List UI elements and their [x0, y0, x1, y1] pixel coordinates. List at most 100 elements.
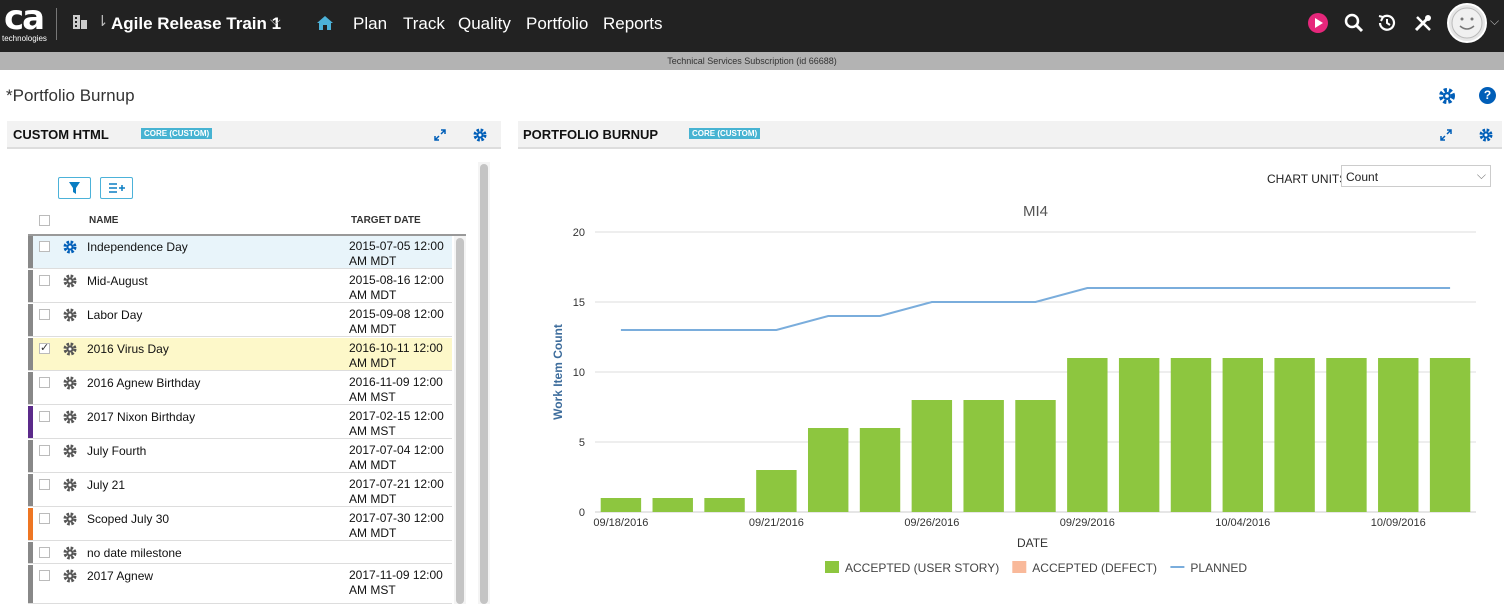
- row-checkbox[interactable]: [39, 513, 50, 524]
- row-gear-icon[interactable]: [63, 546, 77, 560]
- row-name[interactable]: 2016 Agnew Birthday: [87, 376, 200, 390]
- table-row[interactable]: Independence Day 2015-07-05 12:00 AM MDT: [28, 236, 452, 269]
- smiley-icon: [1451, 7, 1483, 39]
- column-header-name[interactable]: NAME: [89, 215, 118, 226]
- subscription-bar: Technical Services Subscription (id 6668…: [0, 52, 1504, 70]
- row-gear-icon[interactable]: [63, 444, 77, 458]
- row-checkbox[interactable]: [39, 241, 50, 252]
- row-name[interactable]: 2017 Nixon Birthday: [87, 410, 195, 424]
- filter-button[interactable]: [58, 177, 91, 199]
- table-row[interactable]: July 21 2017-07-21 12:00 AM MDT: [28, 474, 452, 507]
- avatar-chevron-icon[interactable]: ⌵: [1490, 14, 1499, 29]
- y-tick-label: 20: [573, 227, 585, 239]
- row-name[interactable]: Mid-August: [87, 274, 148, 288]
- row-name[interactable]: 2016 Virus Day: [87, 342, 169, 356]
- row-checkbox[interactable]: [39, 570, 50, 581]
- row-name[interactable]: July 21: [87, 478, 125, 492]
- bar-accepted-user-story: [1274, 358, 1315, 512]
- row-gear-icon[interactable]: [63, 342, 77, 356]
- column-add-icon: [109, 183, 125, 193]
- panel-title: CUSTOM HTML: [13, 127, 109, 142]
- row-target-date: 2016-10-11 12:00 AM MDT: [349, 341, 443, 370]
- row-name[interactable]: July Fourth: [87, 444, 146, 458]
- row-name[interactable]: 2017 Agnew: [87, 569, 153, 583]
- table-row[interactable]: ✓ 2016 Virus Day 2016-10-11 12:00 AM MDT: [28, 338, 452, 371]
- search-icon[interactable]: [1343, 12, 1365, 34]
- user-avatar[interactable]: [1447, 3, 1487, 43]
- nav-quality[interactable]: Quality: [458, 14, 511, 34]
- row-color-strip: [28, 270, 33, 302]
- expand-icon[interactable]: [434, 129, 446, 141]
- table-row[interactable]: 2016 Agnew Birthday 2016-11-09 12:00 AM M…: [28, 372, 452, 405]
- row-name[interactable]: Labor Day: [87, 308, 142, 322]
- ca-logo[interactable]: ca technologies: [0, 0, 54, 48]
- row-checkbox[interactable]: [39, 309, 50, 320]
- page-title: *Portfolio Burnup: [6, 86, 135, 105]
- nav-portfolio[interactable]: Portfolio: [526, 14, 588, 34]
- row-gear-icon[interactable]: [63, 240, 77, 254]
- row-color-strip: [28, 406, 33, 438]
- portfolio-burnup-panel-header: PORTFOLIO BURNUP CORE (CUSTOM): [518, 121, 1502, 149]
- history-icon[interactable]: [1376, 12, 1398, 34]
- row-gear-icon[interactable]: [63, 512, 77, 526]
- select-all-checkbox[interactable]: [39, 215, 50, 226]
- row-gear-icon[interactable]: [63, 376, 77, 390]
- row-name[interactable]: no date milestone: [87, 546, 182, 560]
- table-row[interactable]: Scoped July 30 2017-07-30 12:00 AM MDT: [28, 508, 452, 541]
- legend-swatch: [1012, 561, 1027, 573]
- row-color-strip: [28, 304, 33, 336]
- play-icon[interactable]: [1307, 12, 1329, 34]
- row-gear-icon[interactable]: [63, 308, 77, 322]
- row-checkbox[interactable]: [39, 479, 50, 490]
- nav-track[interactable]: Track: [403, 14, 445, 34]
- panel-tag: CORE (CUSTOM): [141, 128, 213, 139]
- row-checkbox[interactable]: [39, 377, 50, 388]
- row-target-date: 2017-07-21 12:00 AM MDT: [349, 477, 444, 506]
- panel-gear-icon[interactable]: [473, 128, 487, 142]
- row-checkbox[interactable]: [39, 411, 50, 422]
- nav-plan[interactable]: Plan: [353, 14, 387, 34]
- help-icon[interactable]: ?: [1479, 87, 1496, 104]
- row-name[interactable]: Scoped July 30: [87, 512, 169, 526]
- chart-units-label: CHART UNITS: [1267, 172, 1348, 186]
- grid-scroll-thumb[interactable]: [456, 238, 464, 604]
- row-target-date: 2015-09-08 12:00 AM MDT: [349, 307, 444, 336]
- row-gear-icon[interactable]: [63, 410, 77, 424]
- expand-icon[interactable]: [1440, 129, 1452, 141]
- filter-icon: [69, 182, 80, 194]
- bar-accepted-user-story: [1015, 400, 1056, 512]
- row-checkbox[interactable]: [39, 445, 50, 456]
- add-column-button[interactable]: [100, 177, 133, 199]
- table-row[interactable]: Mid-August 2015-08-16 12:00 AM MDT: [28, 270, 452, 303]
- table-row[interactable]: July Fourth 2017-07-04 12:00 AM MDT: [28, 440, 452, 473]
- chart-units-select[interactable]: Count ⌵: [1341, 165, 1491, 187]
- workspace-title[interactable]: Agile Release Train 1: [111, 14, 281, 34]
- table-row[interactable]: Labor Day 2015-09-08 12:00 AM MDT: [28, 304, 452, 337]
- page-gear-icon[interactable]: [1438, 87, 1456, 105]
- workspace-icon[interactable]: [72, 14, 88, 30]
- column-header-target-date[interactable]: TARGET DATE: [351, 215, 421, 226]
- chevron-down-icon: ⌵: [1476, 168, 1486, 182]
- panel-scroll-thumb[interactable]: [480, 164, 488, 604]
- table-row[interactable]: 2017 Agnew 2017-11-09 12:00 AM MST: [28, 565, 452, 604]
- row-gear-icon[interactable]: [63, 274, 77, 288]
- row-target-date: 2015-07-05 12:00 AM MDT: [349, 239, 444, 268]
- y-tick-label: 0: [579, 507, 585, 519]
- tools-icon[interactable]: [1412, 12, 1434, 34]
- bar-accepted-user-story: [1429, 358, 1471, 512]
- row-checkbox[interactable]: ✓: [39, 343, 50, 354]
- row-checkbox[interactable]: [39, 547, 50, 558]
- bar-accepted-user-story: [963, 400, 1004, 512]
- row-gear-icon[interactable]: [63, 478, 77, 492]
- panel-gear-icon[interactable]: [1479, 128, 1493, 142]
- table-row[interactable]: no date milestone: [28, 542, 452, 564]
- home-icon[interactable]: [316, 14, 334, 32]
- chevron-down-icon[interactable]: ⌵: [270, 12, 281, 29]
- nav-reports[interactable]: Reports: [603, 14, 663, 34]
- table-row[interactable]: 2017 Nixon Birthday 2017-02-15 12:00 AM M…: [28, 406, 452, 439]
- row-color-strip: [28, 372, 33, 404]
- row-gear-icon[interactable]: [63, 569, 77, 583]
- row-name[interactable]: Independence Day: [87, 240, 188, 254]
- bar-accepted-user-story: [652, 498, 693, 512]
- row-checkbox[interactable]: [39, 275, 50, 286]
